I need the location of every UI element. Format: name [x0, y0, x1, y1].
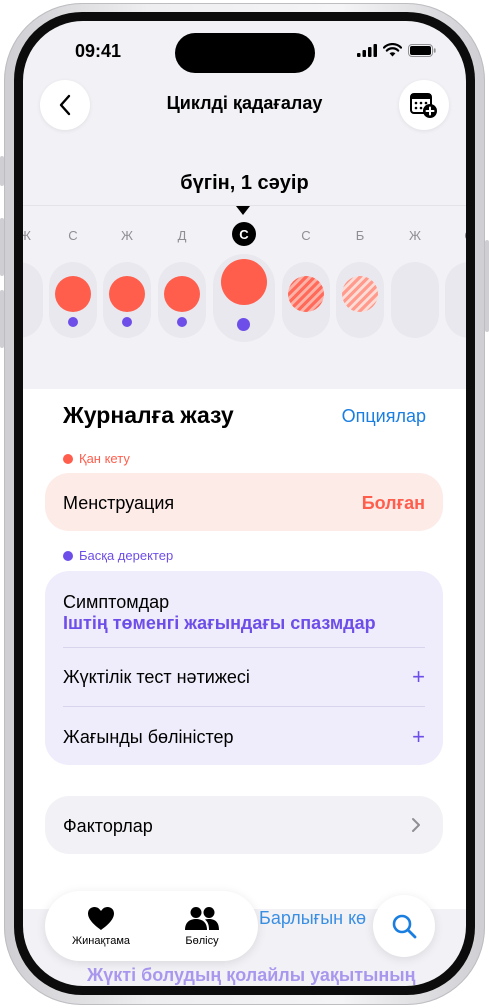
- calendar-day[interactable]: [103, 262, 151, 338]
- calendar-day[interactable]: [282, 262, 330, 338]
- heart-icon: [88, 906, 114, 930]
- day-letter: С: [449, 228, 466, 243]
- symptoms-value: Іштің төменгі жағындағы спазмдар: [63, 613, 376, 633]
- calendar-day-today[interactable]: [213, 254, 275, 342]
- other-data-bullet: [63, 550, 73, 561]
- factors-row[interactable]: Факторлар: [45, 796, 443, 854]
- chevron-right-icon: [412, 818, 420, 832]
- period-dot: [55, 276, 91, 312]
- pregnancy-test-label: Жүктілік тест нәтижесі: [63, 667, 250, 687]
- power-button: [485, 240, 489, 332]
- pregnancy-test-row[interactable]: Жүктілік тест нәтижесі +: [45, 648, 443, 706]
- period-dot: [109, 276, 145, 312]
- day-letter: С: [301, 228, 311, 243]
- discharge-row[interactable]: Жағынды бөліністер +: [45, 707, 443, 765]
- calendar-day[interactable]: [158, 262, 206, 338]
- period-dot: [221, 259, 267, 305]
- calendar-day[interactable]: [49, 262, 97, 338]
- tab-summary-label: Жинақтама: [71, 934, 131, 947]
- volume-down-button: [0, 290, 4, 348]
- tab-sharing-label: Бөлісу: [185, 934, 219, 947]
- add-pregnancy-test-icon[interactable]: +: [412, 664, 425, 690]
- period-dot: [164, 276, 200, 312]
- today-day-badge: С: [232, 222, 256, 246]
- search-icon: [392, 914, 417, 939]
- bleeding-bullet: [63, 453, 73, 464]
- calendar-day[interactable]: [391, 262, 439, 338]
- menstruation-label: Менструация: [63, 493, 175, 513]
- add-discharge-icon[interactable]: +: [412, 724, 425, 750]
- section-title: Журналға жазу: [63, 402, 234, 428]
- add-calendar-button[interactable]: [399, 80, 449, 130]
- status-icons: [357, 43, 436, 57]
- status-time: 09:41: [75, 41, 122, 61]
- predicted-period-dot: [342, 276, 378, 312]
- calendar-day[interactable]: [445, 262, 466, 338]
- symptoms-label: Симптомдар: [63, 592, 170, 612]
- fertile-dot: [237, 318, 250, 331]
- other-data-tag: Басқа деректер: [63, 548, 173, 563]
- search-button[interactable]: [373, 895, 435, 957]
- wifi-icon: [383, 43, 402, 57]
- tab-bar: Жинақтама Бөлісу: [45, 891, 258, 961]
- day-letter: С: [68, 228, 78, 243]
- screen: 09:41 Циклді қадағалау бүгін, 1 сәуір Ж …: [23, 21, 466, 986]
- predicted-period-dot: [288, 276, 324, 312]
- day-letter: Ж: [23, 228, 31, 243]
- other-data-tag-label: Басқа деректер: [79, 548, 174, 563]
- tab-summary[interactable]: Жинақтама: [51, 891, 151, 961]
- menstruation-value: Болған: [361, 493, 425, 513]
- calendar-day[interactable]: [336, 262, 384, 338]
- fertile-dot: [122, 317, 132, 327]
- factors-label: Факторлар: [63, 816, 153, 836]
- menstruation-row[interactable]: Менструация Болған: [45, 473, 443, 531]
- day-letter: Д: [177, 228, 187, 243]
- dynamic-island: [175, 33, 315, 73]
- calendar-day[interactable]: [23, 262, 43, 338]
- day-letter: Ж: [408, 228, 421, 243]
- volume-up-button: [0, 218, 4, 276]
- fertile-dot: [177, 317, 187, 327]
- symptoms-row[interactable]: Симптомдар Іштің төменгі жағындағы спазм…: [45, 571, 443, 647]
- bleeding-tag-label: Қан кету: [79, 451, 130, 466]
- action-button: [0, 156, 4, 186]
- cellular-signal-icon: [357, 43, 377, 57]
- people-icon: [185, 906, 219, 930]
- fertile-dot: [68, 317, 78, 327]
- discharge-label: Жағынды бөліністер: [63, 727, 234, 747]
- options-link[interactable]: Опциялар: [342, 406, 426, 427]
- day-letter: Б: [355, 228, 365, 243]
- battery-icon: [408, 43, 436, 57]
- fertile-window-text: Жүкті болудың қолайлы уақытының: [87, 965, 416, 985]
- today-pointer-icon: [236, 206, 250, 215]
- selected-date: бүгін, 1 сәуір: [180, 172, 309, 194]
- day-letter: Ж: [120, 228, 133, 243]
- other-data-card: Симптомдар Іштің төменгі жағындағы спазм…: [45, 571, 443, 765]
- show-all-link[interactable]: Барлығын кө: [259, 908, 366, 929]
- tab-sharing[interactable]: Бөлісу: [152, 891, 252, 961]
- calendar-add-icon: [410, 93, 437, 118]
- bleeding-tag: Қан кету: [63, 451, 130, 466]
